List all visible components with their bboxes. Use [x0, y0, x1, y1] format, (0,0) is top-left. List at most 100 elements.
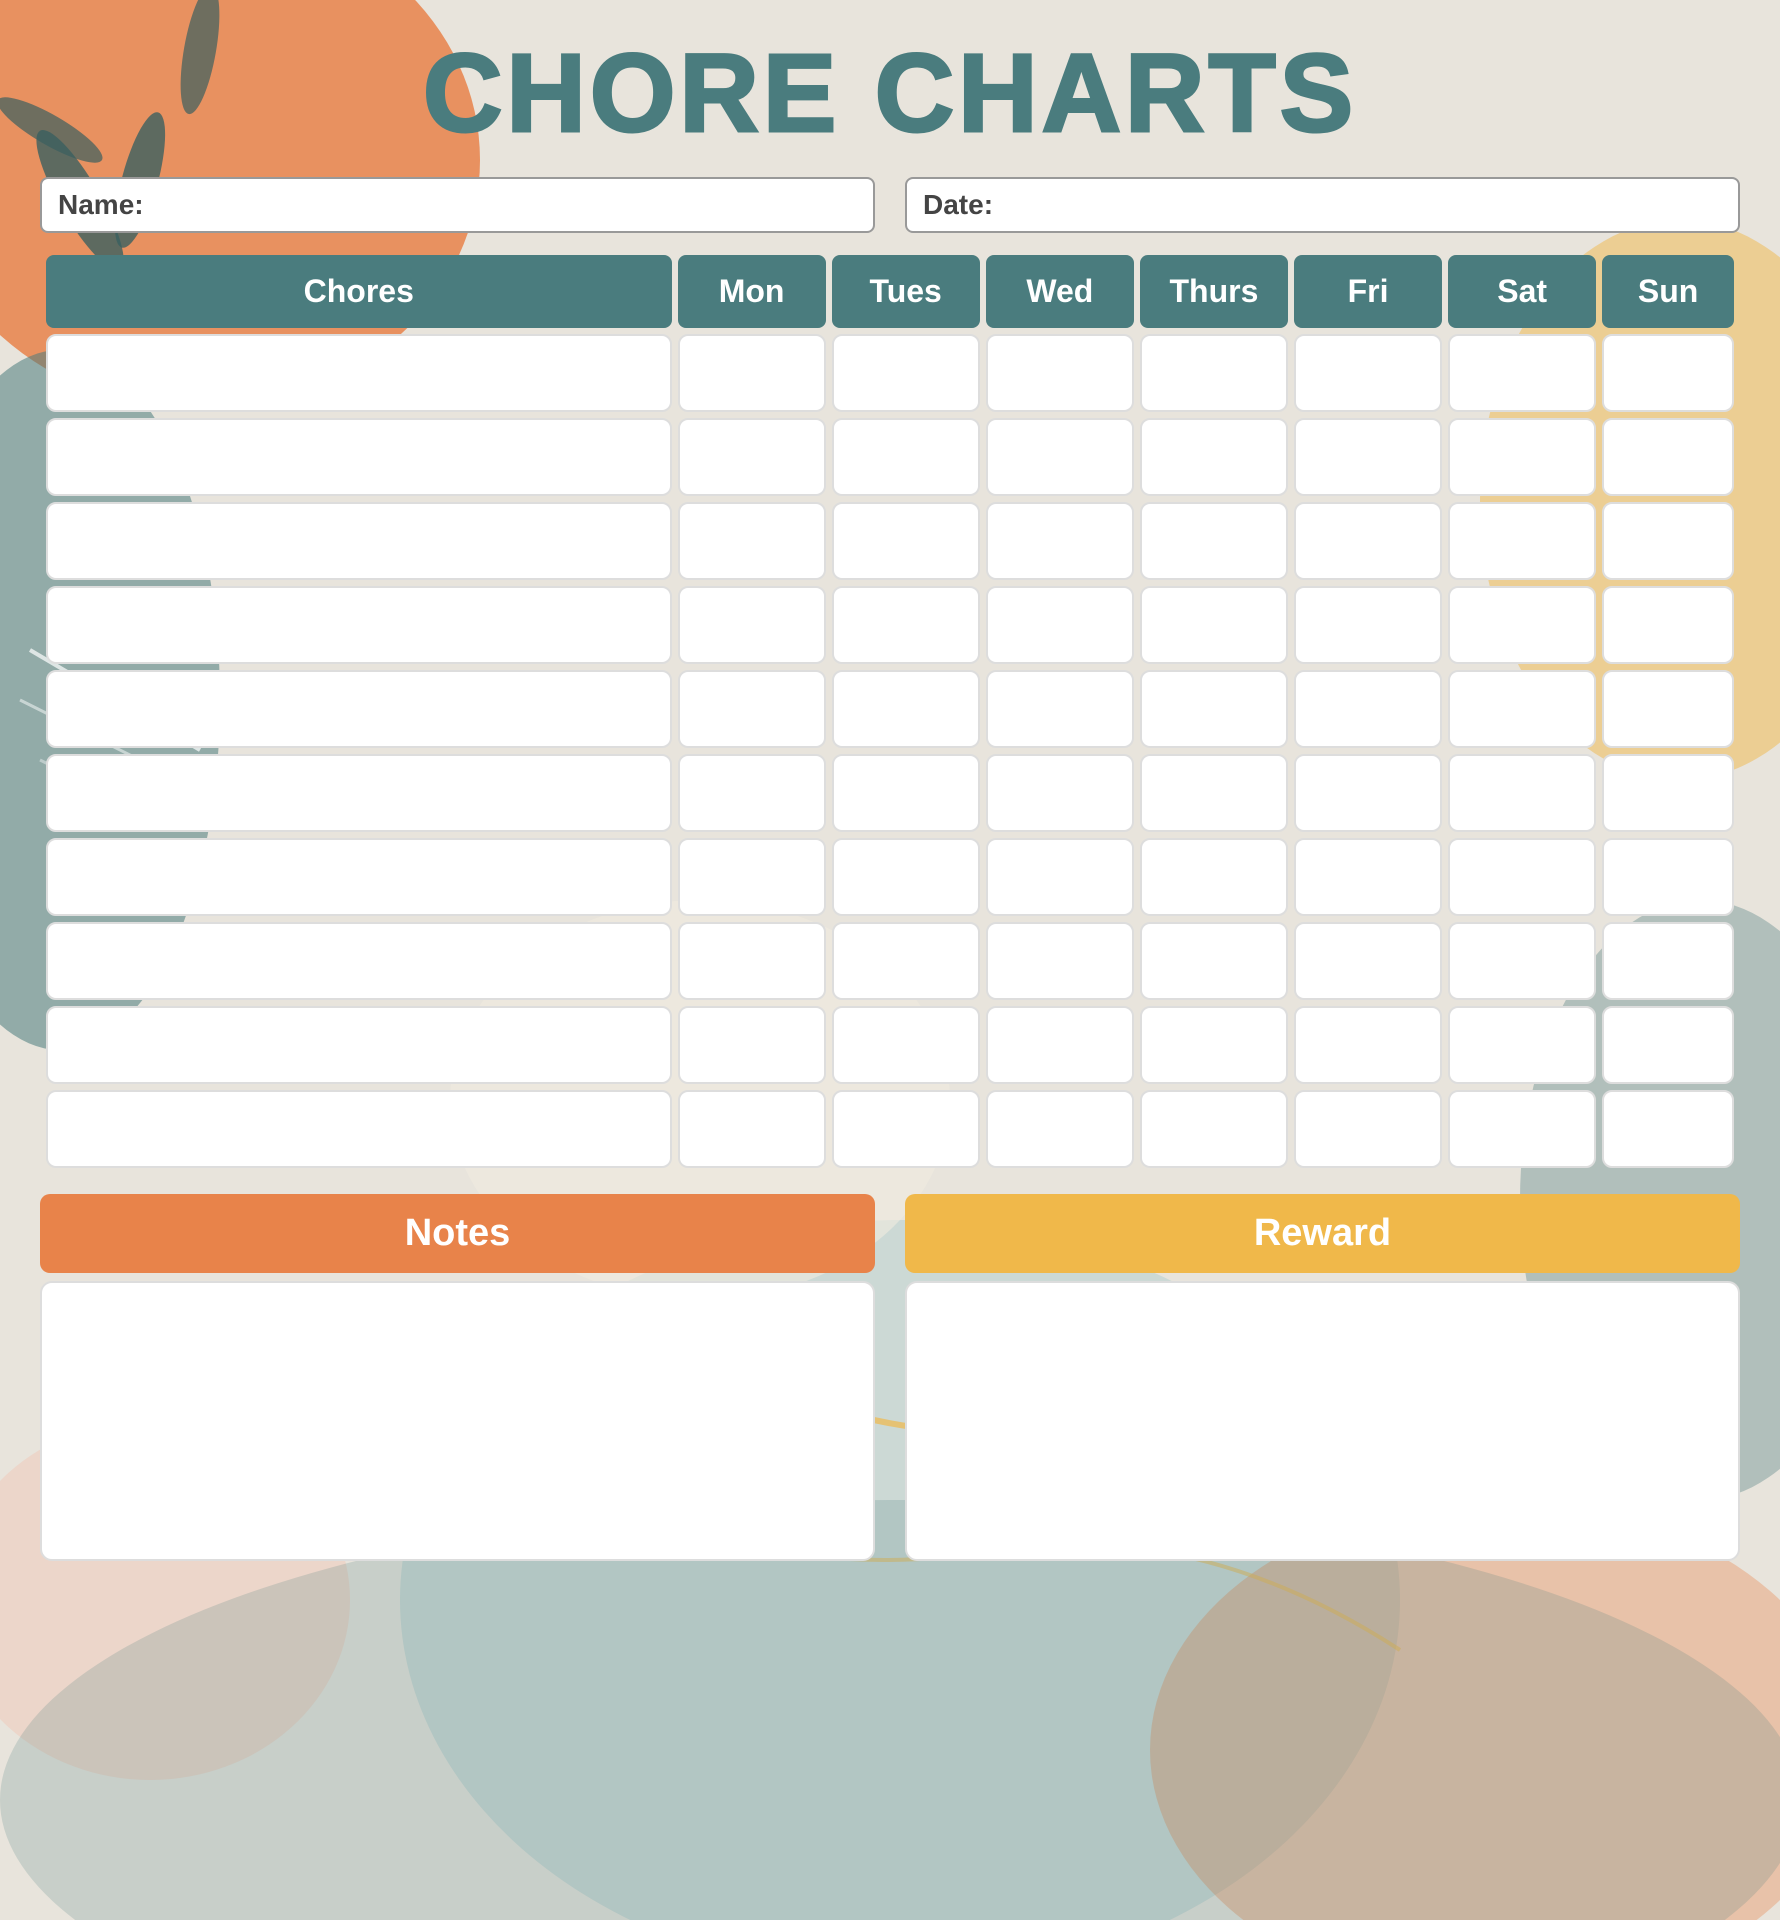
notes-body[interactable] — [40, 1281, 875, 1561]
check-sat-row-8[interactable] — [1448, 1006, 1596, 1084]
check-wed-row-3[interactable] — [986, 586, 1134, 664]
check-mon-row-7[interactable] — [678, 922, 826, 1000]
check-tues-row-8[interactable] — [832, 1006, 980, 1084]
check-thurs-row-7[interactable] — [1140, 922, 1288, 1000]
check-tues-row-6[interactable] — [832, 838, 980, 916]
check-sun-row-3[interactable] — [1602, 586, 1734, 664]
check-fri-row-4[interactable] — [1294, 670, 1442, 748]
check-sat-row-2[interactable] — [1448, 502, 1596, 580]
check-wed-row-4[interactable] — [986, 670, 1134, 748]
chore-cell-4[interactable] — [46, 670, 672, 748]
check-sat-row-7[interactable] — [1448, 922, 1596, 1000]
check-thurs-row-0[interactable] — [1140, 334, 1288, 412]
chore-cell-3[interactable] — [46, 586, 672, 664]
check-mon-row-0[interactable] — [678, 334, 826, 412]
check-thurs-row-3[interactable] — [1140, 586, 1288, 664]
check-thurs-row-6[interactable] — [1140, 838, 1288, 916]
check-sat-row-0[interactable] — [1448, 334, 1596, 412]
chore-cell-7[interactable] — [46, 922, 672, 1000]
check-sun-row-1[interactable] — [1602, 418, 1734, 496]
check-sun-row-6[interactable] — [1602, 838, 1734, 916]
check-mon-row-3[interactable] — [678, 586, 826, 664]
check-sun-row-2[interactable] — [1602, 502, 1734, 580]
date-input[interactable] — [1003, 191, 1722, 219]
check-wed-row-7[interactable] — [986, 922, 1134, 1000]
check-sun-row-4[interactable] — [1602, 670, 1734, 748]
reward-body[interactable] — [905, 1281, 1740, 1561]
check-thurs-row-1[interactable] — [1140, 418, 1288, 496]
check-thurs-row-2[interactable] — [1140, 502, 1288, 580]
chore-input-0[interactable] — [60, 344, 658, 402]
check-wed-row-2[interactable] — [986, 502, 1134, 580]
check-tues-row-9[interactable] — [832, 1090, 980, 1168]
check-mon-row-5[interactable] — [678, 754, 826, 832]
check-sun-row-5[interactable] — [1602, 754, 1734, 832]
check-sat-row-9[interactable] — [1448, 1090, 1596, 1168]
sun-header: Sun — [1602, 255, 1734, 328]
check-mon-row-9[interactable] — [678, 1090, 826, 1168]
check-wed-row-1[interactable] — [986, 418, 1134, 496]
check-mon-row-4[interactable] — [678, 670, 826, 748]
check-fri-row-6[interactable] — [1294, 838, 1442, 916]
check-sat-row-1[interactable] — [1448, 418, 1596, 496]
check-fri-row-0[interactable] — [1294, 334, 1442, 412]
chore-input-2[interactable] — [60, 512, 658, 570]
check-sun-row-8[interactable] — [1602, 1006, 1734, 1084]
check-sun-row-9[interactable] — [1602, 1090, 1734, 1168]
check-wed-row-6[interactable] — [986, 838, 1134, 916]
chore-cell-8[interactable] — [46, 1006, 672, 1084]
chore-input-5[interactable] — [60, 764, 658, 822]
check-mon-row-6[interactable] — [678, 838, 826, 916]
check-wed-row-5[interactable] — [986, 754, 1134, 832]
chore-cell-6[interactable] — [46, 838, 672, 916]
check-tues-row-0[interactable] — [832, 334, 980, 412]
table-row — [46, 1090, 1734, 1168]
check-mon-row-8[interactable] — [678, 1006, 826, 1084]
chore-cell-2[interactable] — [46, 502, 672, 580]
name-label: Name: — [58, 189, 144, 221]
check-mon-row-2[interactable] — [678, 502, 826, 580]
check-sun-row-7[interactable] — [1602, 922, 1734, 1000]
check-tues-row-2[interactable] — [832, 502, 980, 580]
notes-header: Notes — [40, 1194, 875, 1273]
check-tues-row-7[interactable] — [832, 922, 980, 1000]
check-tues-row-3[interactable] — [832, 586, 980, 664]
check-fri-row-8[interactable] — [1294, 1006, 1442, 1084]
check-sat-row-4[interactable] — [1448, 670, 1596, 748]
check-fri-row-2[interactable] — [1294, 502, 1442, 580]
name-input[interactable] — [154, 191, 857, 219]
check-tues-row-4[interactable] — [832, 670, 980, 748]
chore-cell-1[interactable] — [46, 418, 672, 496]
check-sat-row-3[interactable] — [1448, 586, 1596, 664]
check-thurs-row-5[interactable] — [1140, 754, 1288, 832]
check-thurs-row-9[interactable] — [1140, 1090, 1288, 1168]
check-sun-row-0[interactable] — [1602, 334, 1734, 412]
check-sat-row-5[interactable] — [1448, 754, 1596, 832]
check-sat-row-6[interactable] — [1448, 838, 1596, 916]
check-wed-row-8[interactable] — [986, 1006, 1134, 1084]
check-wed-row-0[interactable] — [986, 334, 1134, 412]
check-thurs-row-4[interactable] — [1140, 670, 1288, 748]
check-fri-row-5[interactable] — [1294, 754, 1442, 832]
chore-input-4[interactable] — [60, 680, 658, 738]
check-fri-row-9[interactable] — [1294, 1090, 1442, 1168]
chore-input-9[interactable] — [60, 1100, 658, 1158]
check-tues-row-1[interactable] — [832, 418, 980, 496]
check-fri-row-7[interactable] — [1294, 922, 1442, 1000]
bottom-section: Notes Reward — [40, 1194, 1740, 1561]
chore-input-8[interactable] — [60, 1016, 658, 1074]
chore-input-3[interactable] — [60, 596, 658, 654]
chore-input-6[interactable] — [60, 848, 658, 906]
chore-input-1[interactable] — [60, 428, 658, 486]
table-row — [46, 670, 1734, 748]
check-fri-row-3[interactable] — [1294, 586, 1442, 664]
check-wed-row-9[interactable] — [986, 1090, 1134, 1168]
check-tues-row-5[interactable] — [832, 754, 980, 832]
check-mon-row-1[interactable] — [678, 418, 826, 496]
chore-input-7[interactable] — [60, 932, 658, 990]
check-fri-row-1[interactable] — [1294, 418, 1442, 496]
check-thurs-row-8[interactable] — [1140, 1006, 1288, 1084]
chore-cell-5[interactable] — [46, 754, 672, 832]
chore-cell-9[interactable] — [46, 1090, 672, 1168]
chore-cell-0[interactable] — [46, 334, 672, 412]
